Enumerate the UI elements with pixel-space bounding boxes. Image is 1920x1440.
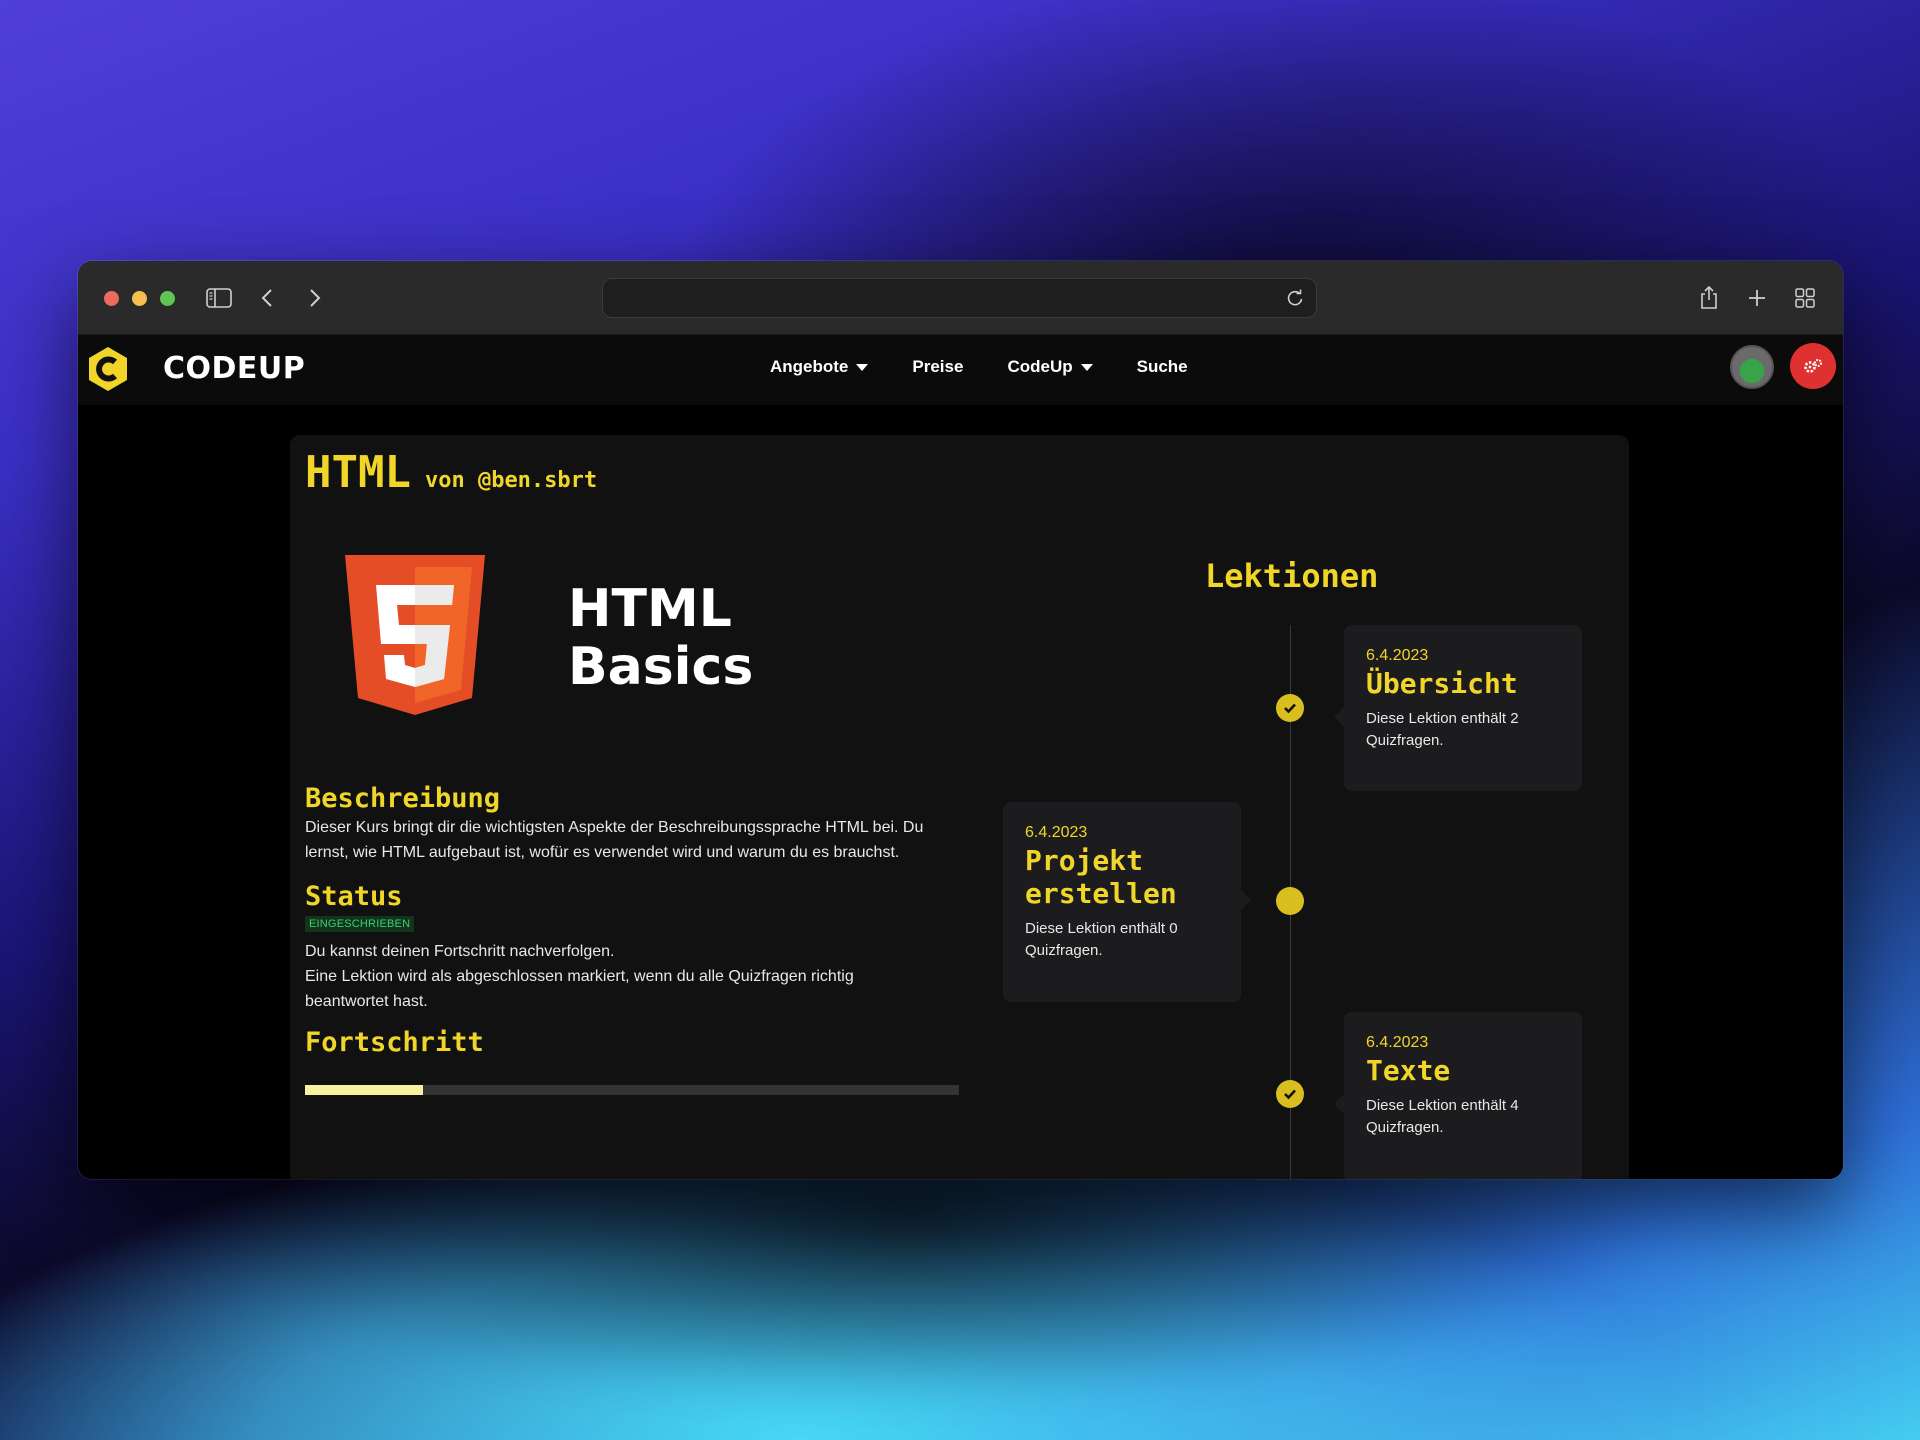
course-header: HTML von @ben.sbrt — [305, 447, 597, 498]
nav-codeup-label: CodeUp — [1007, 357, 1073, 376]
course-author-link[interactable]: von @ben.sbrt — [425, 468, 597, 493]
status-heading: Status — [305, 881, 403, 912]
description-text: Dieser Kurs bringt dir die wichtigsten A… — [305, 819, 924, 861]
browser-toolbar — [78, 261, 1843, 335]
tab-overview-icon[interactable] — [1790, 283, 1820, 313]
chevron-down-icon — [1080, 363, 1093, 371]
lesson-completed-check-icon — [1276, 694, 1304, 722]
course-title: HTML — [305, 447, 411, 498]
nav-angebote[interactable]: Angebote — [770, 357, 869, 377]
nav-suche[interactable]: Suche — [1137, 357, 1188, 377]
lesson-title: Texte — [1366, 1054, 1451, 1087]
nav-preise[interactable]: Preise — [912, 357, 963, 377]
nav-preise-label: Preise — [912, 357, 964, 376]
progress-heading: Fortschritt — [305, 1027, 484, 1058]
gears-icon — [1804, 359, 1822, 373]
main-nav: Angebote Preise CodeUp Suche — [770, 357, 1232, 377]
lesson-description: Diese Lektion enthält 2 Quizfragen. — [1366, 710, 1519, 749]
description-heading: Beschreibung — [305, 783, 501, 814]
lesson-date: 6.4.2023 — [1366, 1034, 1429, 1051]
nav-codeup[interactable]: CodeUp — [1007, 357, 1093, 377]
hero-line-1: HTML — [568, 579, 732, 639]
lesson-title: Projekt erstellen — [1025, 844, 1177, 910]
close-window-button[interactable] — [104, 291, 119, 306]
progress-bar — [305, 1085, 959, 1095]
reload-icon[interactable] — [1284, 287, 1306, 309]
nav-angebote-label: Angebote — [770, 357, 849, 376]
course-card: HTML von @ben.sbrt HTML Basics Beschreib… — [290, 435, 1629, 1179]
html5-logo-icon — [345, 555, 485, 715]
back-arrow-icon[interactable] — [252, 283, 282, 313]
progress-bar-fill — [305, 1085, 423, 1095]
course-hero-title: HTML Basics — [568, 580, 868, 696]
hero-line-2: Basics — [568, 637, 754, 697]
address-bar[interactable] — [602, 278, 1317, 318]
status-text-1: Du kannst deinen Fortschritt nachverfolg… — [305, 943, 615, 960]
user-avatar[interactable] — [1730, 345, 1774, 389]
settings-button[interactable] — [1790, 343, 1836, 389]
chevron-down-icon — [856, 363, 869, 371]
new-tab-plus-icon[interactable] — [1742, 283, 1772, 313]
page-content: HTML von @ben.sbrt HTML Basics Beschreib… — [78, 405, 1843, 1179]
lesson-description: Diese Lektion enthält 0 Quizfragen. — [1025, 920, 1178, 959]
minimize-window-button[interactable] — [132, 291, 147, 306]
status-text-2: Eine Lektion wird als abgeschlossen mark… — [305, 968, 854, 1010]
zoom-window-button[interactable] — [160, 291, 175, 306]
codeup-logo-icon[interactable] — [86, 345, 130, 393]
browser-window: CODEUP Angebote Preise CodeUp Suche HTML… — [78, 261, 1843, 1179]
status-badge: EINGESCHRIEBEN — [305, 916, 415, 932]
forward-arrow-icon[interactable] — [300, 283, 330, 313]
lesson-card[interactable]: 6.4.2023 Übersicht Diese Lektion enthält… — [1334, 625, 1582, 791]
lesson-card[interactable]: 6.4.2023 Projekt erstellen Diese Lektion… — [1003, 802, 1251, 1002]
sidebar-toggle-icon[interactable] — [204, 283, 234, 313]
lesson-pending-dot-icon — [1276, 887, 1304, 915]
nav-suche-label: Suche — [1136, 357, 1188, 376]
lesson-date: 6.4.2023 — [1366, 647, 1429, 664]
lesson-title: Übersicht — [1366, 667, 1518, 700]
lessons-heading: Lektionen — [1205, 557, 1379, 595]
lesson-card[interactable]: 6.4.2023 Texte Diese Lektion enthält 4 Q… — [1334, 1012, 1582, 1179]
share-icon[interactable] — [1694, 283, 1724, 313]
lesson-description: Diese Lektion enthält 4 Quizfragen. — [1366, 1097, 1519, 1136]
window-shadow — [160, 1140, 1660, 1400]
site-navbar: CODEUP Angebote Preise CodeUp Suche — [78, 335, 1843, 405]
brand-name[interactable]: CODEUP — [163, 351, 305, 386]
lesson-date: 6.4.2023 — [1025, 824, 1088, 841]
lesson-completed-check-icon — [1276, 1080, 1304, 1108]
